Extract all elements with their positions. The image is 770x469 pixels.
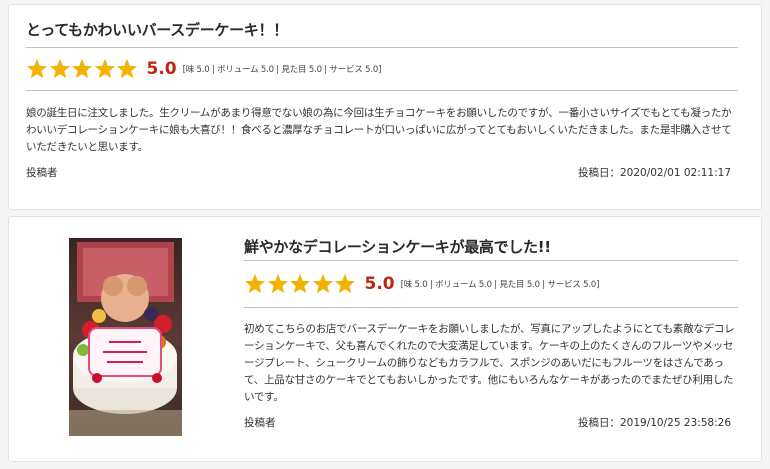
cake-image bbox=[69, 238, 182, 436]
rating-score: 5.0 bbox=[364, 273, 395, 294]
star-icon bbox=[26, 58, 48, 79]
review-body: 娘の誕生日に注文しました。生クリームがあまり得意でない娘の為に今回は生チョコケー… bbox=[26, 107, 732, 153]
review-date: 投稿日：2020/02/01 02:11:17 bbox=[577, 167, 731, 179]
review-title: とってもかわいいバースデーケーキ！！ bbox=[26, 21, 288, 39]
star-icon bbox=[71, 58, 93, 79]
divider bbox=[244, 307, 738, 308]
rating-row: 5.0 [味 5.0 | ボリューム 5.0 | 見た目 5.0 | サービス … bbox=[244, 273, 599, 294]
star-icon bbox=[289, 273, 311, 294]
divider bbox=[26, 90, 738, 91]
star-rating bbox=[244, 273, 357, 294]
review-title: 鮮やかなデコレーションケーキが最高でした!! bbox=[244, 238, 551, 256]
rating-breakdown: [味 5.0 | ボリューム 5.0 | 見た目 5.0 | サービス 5.0] bbox=[400, 279, 600, 290]
star-icon bbox=[267, 273, 288, 294]
star-rating bbox=[26, 58, 139, 79]
star-icon bbox=[312, 273, 333, 294]
star-icon bbox=[94, 58, 115, 79]
rating-score: 5.0 bbox=[146, 58, 177, 79]
rating-row: 5.0 [味 5.0 | ボリューム 5.0 | 見た目 5.0 | サービス … bbox=[26, 58, 381, 79]
star-icon bbox=[49, 58, 70, 79]
star-icon bbox=[334, 273, 356, 294]
star-icon bbox=[116, 58, 138, 79]
cake-photo[interactable] bbox=[69, 238, 182, 436]
divider bbox=[26, 47, 738, 48]
rating-breakdown: [味 5.0 | ボリューム 5.0 | 見た目 5.0 | サービス 5.0] bbox=[182, 64, 382, 75]
review-author: 投稿者 bbox=[244, 417, 276, 429]
star-icon bbox=[244, 273, 266, 294]
review-author: 投稿者 bbox=[26, 167, 58, 179]
review-card: とってもかわいいバースデーケーキ！！ 5.0 [味 5.0 | ボリューム 5.… bbox=[8, 4, 762, 210]
review-card: 鮮やかなデコレーションケーキが最高でした!! 5.0 [味 5.0 | ボリュー… bbox=[8, 216, 762, 462]
divider bbox=[244, 260, 738, 261]
review-body: 初めてこちらのお店でバースデーケーキをお願いしましたが、写真にアップしたようにと… bbox=[244, 323, 735, 403]
review-date: 投稿日：2019/10/25 23:58:26 bbox=[577, 417, 731, 429]
